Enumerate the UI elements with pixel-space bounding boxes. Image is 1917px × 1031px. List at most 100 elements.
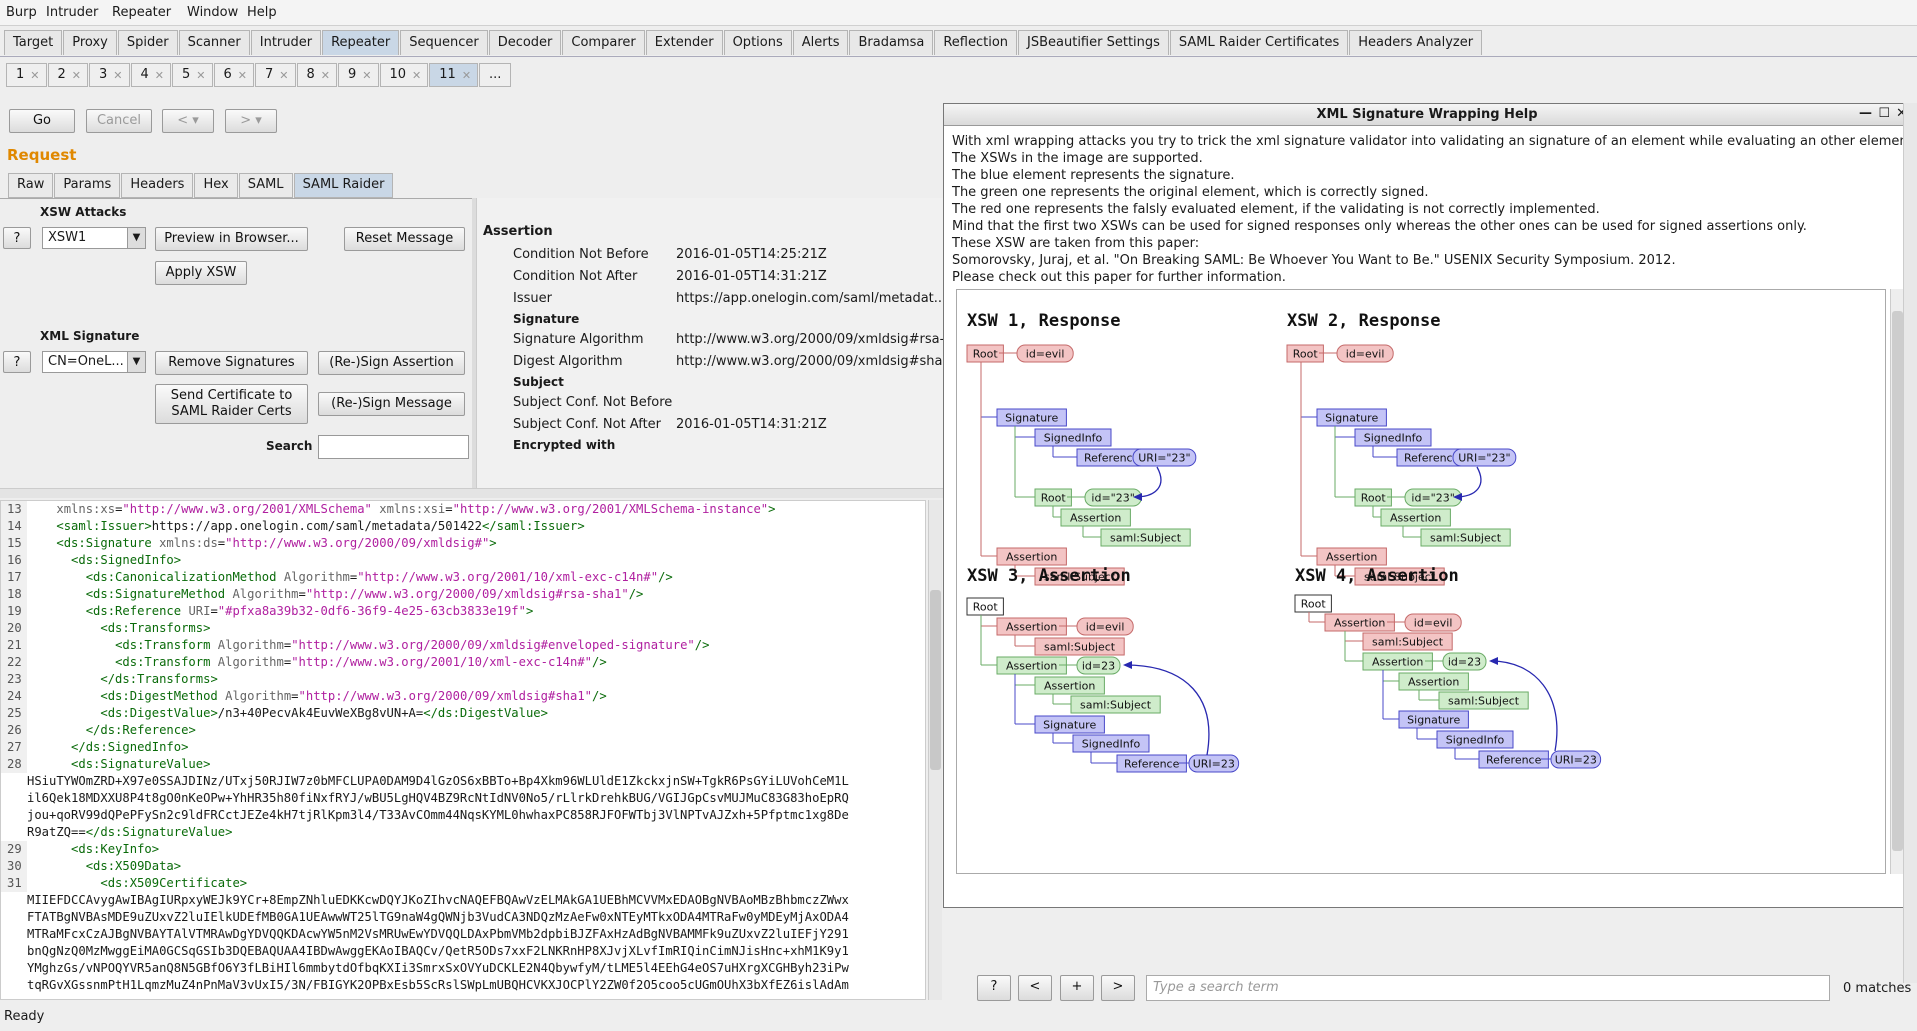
back-icon: < <box>177 113 189 128</box>
tab-saml-raider[interactable]: SAML Raider <box>293 173 394 198</box>
resign-message-button[interactable]: (Re-)Sign Message <box>318 392 465 416</box>
repeater-tab-active[interactable]: 11 ✕ <box>429 63 479 87</box>
code-line: 21 <ds:Transform Algorithm="http://www.w… <box>1 637 709 654</box>
tab-target[interactable]: Target <box>4 30 63 55</box>
search-input[interactable]: Type a search term <box>1146 975 1830 1001</box>
repeater-tab[interactable]: 10 ✕ <box>379 63 429 87</box>
tab-headers[interactable]: Headers <box>121 173 194 198</box>
xsw-select[interactable]: XSW1 ▼ <box>42 227 146 249</box>
code-line: 27 </ds:SignedInfo> <box>1 739 188 756</box>
scrollbar-thumb[interactable] <box>1892 311 1903 851</box>
forward-button[interactable]: > ▾ <box>225 109 277 133</box>
xml-signature-help-button[interactable]: ? <box>3 351 31 373</box>
preview-in-browser-button[interactable]: Preview in Browser... <box>155 227 308 251</box>
tab-options[interactable]: Options <box>723 30 792 55</box>
tab-decoder[interactable]: Decoder <box>488 30 562 55</box>
tab-alerts[interactable]: Alerts <box>792 30 849 55</box>
line-number: 20 <box>1 620 27 637</box>
search-next-button[interactable]: > <box>1101 975 1135 1001</box>
close-icon[interactable]: ✕ <box>362 67 371 86</box>
close-icon[interactable]: ✕ <box>321 67 330 86</box>
close-icon[interactable]: ✕ <box>155 67 164 86</box>
editor-scrollbar[interactable] <box>928 500 942 1000</box>
reset-message-button[interactable]: Reset Message <box>344 227 465 251</box>
repeater-tab[interactable]: 5 ✕ <box>172 63 213 87</box>
close-icon[interactable]: ✕ <box>238 67 247 86</box>
close-icon[interactable]: ✕ <box>196 67 205 86</box>
scrollbar-thumb[interactable] <box>930 590 941 770</box>
xml-signature-section-label: XML Signature <box>40 329 140 343</box>
splitter-handle[interactable] <box>0 488 944 498</box>
tab-scanner[interactable]: Scanner <box>178 30 250 55</box>
diagram-node-label: Reference <box>1486 754 1542 767</box>
line-number: 30 <box>1 858 27 875</box>
diagram-node-label: Assertion <box>1044 680 1095 693</box>
tab-hex[interactable]: Hex <box>194 173 238 198</box>
close-icon[interactable]: ✕ <box>72 67 81 86</box>
tab-comparer[interactable]: Comparer <box>562 30 645 55</box>
splitter-handle[interactable] <box>472 198 476 488</box>
repeater-tab[interactable]: 2 ✕ <box>47 63 88 87</box>
search-help-button[interactable]: ? <box>977 975 1011 1001</box>
close-icon[interactable]: ✕ <box>30 67 39 86</box>
menu-repeater[interactable]: Repeater <box>112 5 171 20</box>
tab-proxy[interactable]: Proxy <box>63 30 117 55</box>
repeater-tab-more[interactable]: ... <box>479 63 512 87</box>
line-number: 31 <box>1 875 27 892</box>
repeater-tab[interactable]: 4 ✕ <box>130 63 171 87</box>
close-icon[interactable]: ✕ <box>412 67 421 86</box>
diagram-vertical-scrollbar[interactable] <box>1890 289 1904 874</box>
repeater-tab[interactable]: 8 ✕ <box>296 63 337 87</box>
repeater-tab[interactable]: 3 ✕ <box>89 63 130 87</box>
close-icon[interactable]: ✕ <box>113 67 122 86</box>
certificate-select[interactable]: CN=OneL... ▼ <box>42 351 146 373</box>
menu-intruder[interactable]: Intruder <box>46 5 98 20</box>
cancel-button[interactable]: Cancel <box>86 109 152 133</box>
response-scrollbar[interactable] <box>1903 103 1917 983</box>
search-add-button[interactable]: + <box>1060 975 1094 1001</box>
tab-extender[interactable]: Extender <box>645 30 723 55</box>
apply-xsw-button[interactable]: Apply XSW <box>155 261 247 285</box>
repeater-tab[interactable]: 9 ✕ <box>338 63 379 87</box>
tab-params[interactable]: Params <box>54 173 121 198</box>
tab-jsbeautifier[interactable]: JSBeautifier Settings <box>1018 30 1169 55</box>
tab-saml[interactable]: SAML <box>238 173 293 198</box>
menu-window[interactable]: Window <box>187 5 238 20</box>
repeater-tab[interactable]: 7 ✕ <box>255 63 296 87</box>
chevron-down-icon: ▾ <box>255 113 262 128</box>
code-line: 22 <ds:Transform Algorithm="http://www.w… <box>1 654 607 671</box>
tab-raw[interactable]: Raw <box>8 173 54 198</box>
assertion-title: Assertion <box>483 224 553 239</box>
saml-xml-editor[interactable]: 13 xmlns:xs="http://www.w3.org/2001/XMLS… <box>0 500 926 1000</box>
code-line: 26 </ds:Reference> <box>1 722 196 739</box>
go-button[interactable]: Go <box>9 109 75 133</box>
tab-reflection[interactable]: Reflection <box>934 30 1018 55</box>
remove-signatures-button[interactable]: Remove Signatures <box>155 351 308 375</box>
line-number: 15 <box>1 535 27 552</box>
tab-headers-analyzer[interactable]: Headers Analyzer <box>1349 30 1483 55</box>
tab-bradamsa[interactable]: Bradamsa <box>849 30 934 55</box>
menu-burp[interactable]: Burp <box>6 5 37 20</box>
repeater-tab[interactable]: 1 ✕ <box>6 63 47 87</box>
tab-spider[interactable]: Spider <box>117 30 178 55</box>
menu-help[interactable]: Help <box>247 5 277 20</box>
send-certificate-button[interactable]: Send Certificate to SAML Raider Certs <box>155 384 308 424</box>
repeater-tab[interactable]: 6 ✕ <box>213 63 254 87</box>
assertion-search-input[interactable] <box>318 435 469 459</box>
resign-assertion-button[interactable]: (Re-)Sign Assertion <box>318 351 465 375</box>
diagram-node-label: Reference <box>1404 452 1460 465</box>
code-line: 23 </ds:Transforms> <box>1 671 218 688</box>
tab-repeater[interactable]: Repeater <box>322 30 400 55</box>
minimize-icon[interactable]: — <box>1859 106 1872 121</box>
close-icon[interactable]: ✕ <box>279 67 288 86</box>
tab-sequencer[interactable]: Sequencer <box>400 30 488 55</box>
tab-intruder[interactable]: Intruder <box>250 30 322 55</box>
tab-saml-raider-certs[interactable]: SAML Raider Certificates <box>1169 30 1349 55</box>
maximize-icon[interactable]: ☐ <box>1878 106 1890 121</box>
xsw-help-button[interactable]: ? <box>3 227 31 249</box>
code-line: 19 <ds:Reference URI="#pfxa8a39b32-0df6-… <box>1 603 533 620</box>
diagram-node-label: saml:Subject <box>1080 699 1152 712</box>
search-prev-button[interactable]: < <box>1018 975 1052 1001</box>
back-button[interactable]: < ▾ <box>162 109 214 133</box>
close-icon[interactable]: ✕ <box>462 67 471 86</box>
